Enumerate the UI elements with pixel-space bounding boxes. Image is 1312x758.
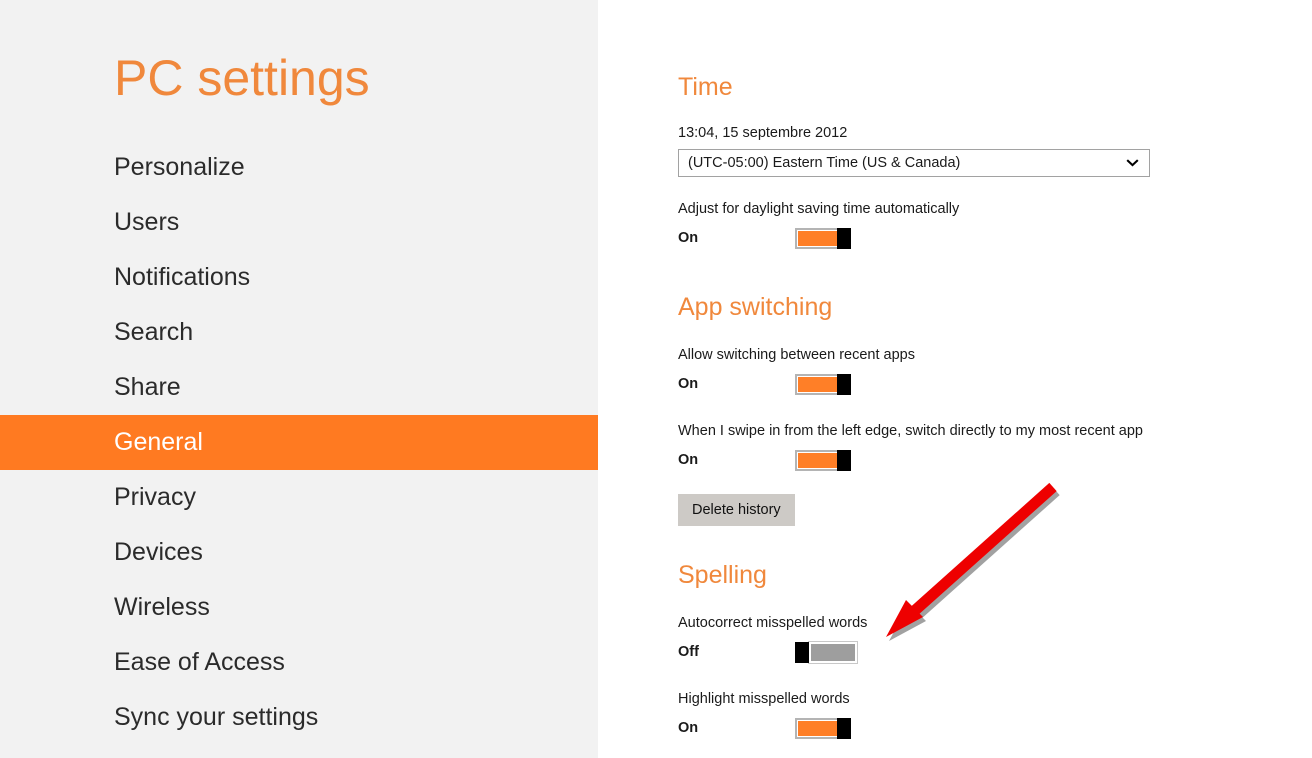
sidebar-item-sync-your-settings[interactable]: Sync your settings xyxy=(0,690,598,745)
section-heading-time: Time xyxy=(678,73,733,101)
toggle-thumb xyxy=(837,373,851,395)
chevron-down-icon xyxy=(1126,159,1139,168)
sidebar-item-label: Devices xyxy=(114,538,203,566)
autocorrect-label: Autocorrect misspelled words xyxy=(678,615,868,631)
highlight-misspelled-row: On xyxy=(678,717,867,739)
highlight-misspelled-state: On xyxy=(678,720,699,736)
sidebar-item-ease-of-access[interactable]: Ease of Access xyxy=(0,635,598,690)
timezone-selected-value: (UTC-05:00) Eastern Time (US & Canada) xyxy=(688,155,961,171)
section-spelling: Spelling Autocorrect misspelled words Of… xyxy=(678,560,867,739)
swipe-left-edge-row: On xyxy=(678,449,1143,471)
toggle-fill xyxy=(798,230,840,246)
toggle-thumb xyxy=(837,227,851,249)
sidebar-item-devices[interactable]: Devices xyxy=(0,525,598,580)
allow-switching-toggle[interactable] xyxy=(795,373,851,395)
sidebar-item-homegroup[interactable]: HomeGroup xyxy=(0,745,598,758)
sidebar-item-label: Sync your settings xyxy=(114,703,319,731)
allow-switching-row: On xyxy=(678,373,1143,395)
section-time: Time 13:04, 15 septembre 2012 (UTC-05:00… xyxy=(678,72,1150,249)
allow-switching-state: On xyxy=(678,376,699,392)
daylight-saving-state: On xyxy=(678,230,699,246)
sidebar-item-label: Share xyxy=(114,373,181,401)
sidebar-item-general[interactable]: General xyxy=(0,415,598,470)
daylight-saving-label: Adjust for daylight saving time automati… xyxy=(678,201,960,217)
daylight-saving-toggle[interactable] xyxy=(795,227,851,249)
current-datetime: 13:04, 15 septembre 2012 xyxy=(678,125,848,141)
toggle-thumb xyxy=(837,717,851,739)
delete-history-button[interactable]: Delete history xyxy=(678,494,795,526)
toggle-track xyxy=(808,640,858,664)
timezone-select[interactable]: (UTC-05:00) Eastern Time (US & Canada) xyxy=(678,149,1150,177)
daylight-saving-row: On xyxy=(678,227,1150,249)
swipe-left-edge-label: When I swipe in from the left edge, swit… xyxy=(678,423,1143,439)
autocorrect-misspelled-words-toggle[interactable] xyxy=(795,640,858,664)
sidebar-item-privacy[interactable]: Privacy xyxy=(0,470,598,525)
swipe-left-edge-state: On xyxy=(678,452,699,468)
sidebar-item-personalize[interactable]: Personalize xyxy=(0,140,598,195)
autocorrect-state: Off xyxy=(678,644,699,660)
pc-settings-window: PC settings Personalize Users Notificati… xyxy=(0,0,1312,758)
sidebar-item-label: General xyxy=(114,428,203,456)
settings-content: Time 13:04, 15 septembre 2012 (UTC-05:00… xyxy=(598,0,1312,758)
highlight-misspelled-words-toggle[interactable] xyxy=(795,717,851,739)
section-heading-spelling: Spelling xyxy=(678,561,767,589)
swipe-left-edge-toggle[interactable] xyxy=(795,449,851,471)
sidebar-item-wireless[interactable]: Wireless xyxy=(0,580,598,635)
toggle-thumb xyxy=(795,641,809,663)
sidebar-item-users[interactable]: Users xyxy=(0,195,598,250)
sidebar-nav-list: Personalize Users Notifications Search S… xyxy=(0,140,598,758)
section-heading-app-switching: App switching xyxy=(678,293,833,321)
sidebar-item-label: Search xyxy=(114,318,194,346)
sidebar: PC settings Personalize Users Notificati… xyxy=(0,0,598,758)
sidebar-item-notifications[interactable]: Notifications xyxy=(0,250,598,305)
sidebar-item-label: Wireless xyxy=(114,593,210,621)
toggle-thumb xyxy=(837,449,851,471)
sidebar-item-share[interactable]: Share xyxy=(0,360,598,415)
allow-switching-label: Allow switching between recent apps xyxy=(678,347,915,363)
toggle-fill xyxy=(798,452,840,468)
sidebar-item-label: Users xyxy=(114,208,180,236)
autocorrect-row: Off xyxy=(678,640,867,664)
sidebar-item-label: Personalize xyxy=(114,153,245,181)
toggle-fill xyxy=(798,376,840,392)
sidebar-item-label: Notifications xyxy=(114,263,251,291)
highlight-misspelled-label: Highlight misspelled words xyxy=(678,691,850,707)
sidebar-item-label: Privacy xyxy=(114,483,196,511)
sidebar-item-search[interactable]: Search xyxy=(0,305,598,360)
sidebar-item-label: Ease of Access xyxy=(114,648,285,676)
toggle-fill xyxy=(798,720,840,736)
page-title: PC settings xyxy=(114,50,370,106)
section-app-switching: App switching Allow switching between re… xyxy=(678,292,1143,526)
